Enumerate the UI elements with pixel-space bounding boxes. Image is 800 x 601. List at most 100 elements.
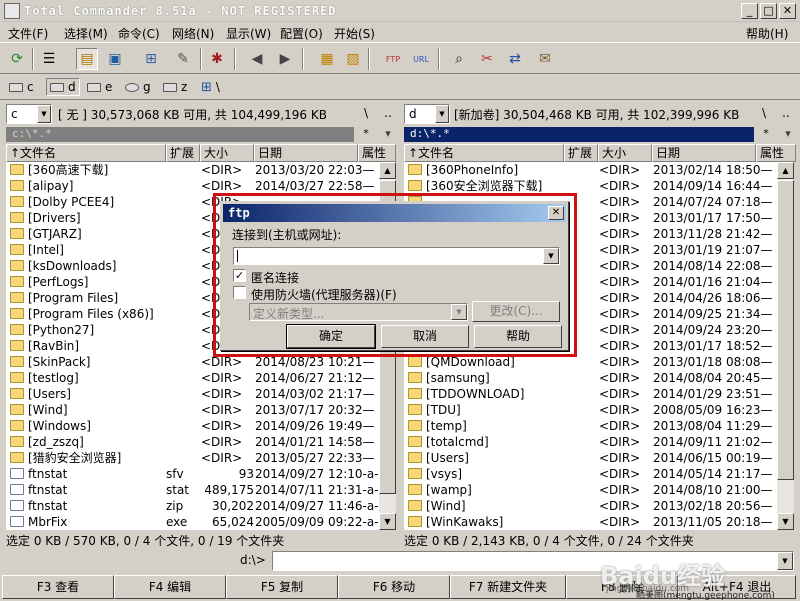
minimize-button[interactable]: _ [741,3,758,19]
right-hotlist-button[interactable]: ▾ [778,127,798,142]
list-item[interactable]: [Windows] <DIR> 2014/09/26 19:49— [6,418,379,434]
right-col-ext[interactable]: 扩展 [564,144,598,162]
scroll-up-icon[interactable]: ▲ [379,162,396,179]
left-col-attr[interactable]: 属性 [358,144,396,162]
scroll-up-icon[interactable]: ▲ [777,162,794,179]
file-date: 2013/11/28 21:42— [653,227,773,241]
list-item[interactable]: [testlog] <DIR> 2014/06/27 21:12— [6,370,379,386]
refresh-icon[interactable]: ⟳ [6,48,28,70]
unpack-icon[interactable]: ▧ [342,48,364,70]
menu-network[interactable]: 网络(N) [172,25,214,42]
multi-rename-icon[interactable]: ✂ [476,48,498,70]
right-root-button[interactable]: \ [754,104,774,124]
right-col-attr[interactable]: 属性 [756,144,796,162]
file-size: <DIR> [201,419,243,433]
file-size: <DIR> [201,451,243,465]
menu-select[interactable]: 选择(M) [64,25,108,42]
right-up-button[interactable]: .. [776,104,796,124]
list-item[interactable]: [Users] <DIR> 2014/03/02 21:17— [6,386,379,402]
chevron-down-icon[interactable]: ▼ [777,552,793,570]
notepad-icon[interactable]: ✉ [534,48,556,70]
list-item[interactable]: [WinKawaks] <DIR> 2013/11/05 20:18— [404,514,777,530]
drive-d-button[interactable]: d [46,78,80,96]
full-view-icon[interactable]: ▤ [76,48,98,70]
menu-help[interactable]: 帮助(H) [746,25,788,42]
list-item[interactable]: [TDU] <DIR> 2008/05/09 16:23— [404,402,777,418]
list-item[interactable]: [TDDOWNLOAD] <DIR> 2014/01/29 23:51— [404,386,777,402]
f5-copy-button[interactable]: F5 复制 [226,575,338,599]
f6-move-button[interactable]: F6 移动 [338,575,450,599]
list-item[interactable]: [totalcmd] <DIR> 2014/09/11 21:02— [404,434,777,450]
ftp-connect-icon[interactable]: FTP [382,48,404,70]
file-size: 489,175 [204,483,254,497]
right-drive-select[interactable]: d ▼ [404,104,450,124]
scroll-thumb[interactable] [777,180,794,480]
sync-dirs-icon[interactable]: ⇄ [504,48,526,70]
url-connect-icon[interactable]: URL [410,48,432,70]
tree-view-icon[interactable]: ⊞ [140,48,162,70]
menu-file[interactable]: 文件(F) [8,25,48,42]
right-scrollbar[interactable]: ▲ ▼ [777,162,794,530]
menu-config[interactable]: 配置(O) [280,25,323,42]
file-size: <DIR> [201,403,243,417]
left-col-ext[interactable]: 扩展 [166,144,200,162]
left-hotlist-button[interactable]: ▾ [378,127,398,142]
brief-view-icon[interactable]: ☰ [38,48,60,70]
list-item[interactable]: [vsys] <DIR> 2014/05/14 21:17— [404,466,777,482]
list-item[interactable]: ftnstat stat 489,175 2014/07/11 21:31-a- [6,482,379,498]
left-history-button[interactable]: * [356,127,376,142]
list-item[interactable]: [360PhoneInfo] <DIR> 2013/02/14 18:50— [404,162,777,178]
file-date: 2014/09/27 12:10-a- [255,467,379,481]
drive-e-button[interactable]: e [84,78,115,96]
list-item[interactable]: [wamp] <DIR> 2014/08/10 21:00— [404,482,777,498]
network-neighborhood-button[interactable]: ⊞ \ [198,78,223,96]
drive-g-button[interactable]: g [122,78,154,96]
list-item[interactable]: [猎豹安全浏览器] <DIR> 2013/05/27 22:33— [6,450,379,466]
list-item[interactable]: [360安全浏览器下载] <DIR> 2014/09/14 16:44— [404,178,777,194]
right-col-name[interactable]: ↑文件名 [404,144,564,162]
menu-commands[interactable]: 命令(C) [118,25,160,42]
settings-icon[interactable]: ✎ [172,48,194,70]
f7-mkdir-button[interactable]: F7 新建文件夹 [450,575,566,599]
left-col-size[interactable]: 大小 [200,144,254,162]
thumbnail-view-icon[interactable]: ▣ [104,48,126,70]
back-arrow-icon[interactable]: ◀ [246,48,268,70]
left-col-name[interactable]: ↑文件名 [6,144,166,162]
f4-edit-button[interactable]: F4 编辑 [114,575,226,599]
list-item[interactable]: [Users] <DIR> 2014/06/15 00:19— [404,450,777,466]
invert-selection-icon[interactable]: ✱ [206,48,228,70]
right-history-button[interactable]: * [756,127,776,142]
list-item[interactable]: [temp] <DIR> 2013/08/04 11:29— [404,418,777,434]
maximize-button[interactable]: □ [760,3,777,19]
list-item[interactable]: MbrFix exe 65,024 2005/09/09 09:22-a- [6,514,379,530]
file-name: ftnstat [28,483,68,497]
list-item[interactable]: [360高速下载] <DIR> 2013/03/20 22:03— [6,162,379,178]
left-drive-select[interactable]: c ▼ [6,104,52,124]
drive-c-button[interactable]: c [6,78,37,96]
left-root-button[interactable]: \ [356,104,376,124]
list-item[interactable]: [alipay] <DIR> 2014/03/27 22:58— [6,178,379,194]
forward-arrow-icon[interactable]: ▶ [274,48,296,70]
drive-z-button[interactable]: z [160,78,190,96]
list-item[interactable]: [samsung] <DIR> 2014/08/04 20:45— [404,370,777,386]
close-button[interactable]: ✕ [779,3,796,19]
right-col-date[interactable]: 日期 [652,144,756,162]
menu-show[interactable]: 显示(W) [226,25,271,42]
list-item[interactable]: ftnstat sfv 93 2014/09/27 12:10-a- [6,466,379,482]
list-item[interactable]: ftnstat zip 30,202 2014/09/27 11:46-a- [6,498,379,514]
scroll-down-icon[interactable]: ▼ [379,513,396,530]
scroll-down-icon[interactable]: ▼ [777,513,794,530]
list-item[interactable]: [Wind] <DIR> 2013/07/17 20:32— [6,402,379,418]
f3-view-button[interactable]: F3 查看 [2,575,114,599]
list-item[interactable]: [zd_zszq] <DIR> 2014/01/21 14:58— [6,434,379,450]
list-item[interactable]: [Wind] <DIR> 2013/02/18 20:56— [404,498,777,514]
right-current-path[interactable]: d:\*.* [404,127,754,142]
right-col-size[interactable]: 大小 [598,144,652,162]
pack-icon[interactable]: ▦ [316,48,338,70]
left-current-path[interactable]: c:\*.* [6,127,354,142]
left-up-button[interactable]: .. [378,104,398,124]
left-col-date[interactable]: 日期 [254,144,358,162]
menu-start[interactable]: 开始(S) [334,25,375,42]
file-name: [SkinPack] [28,355,91,369]
search-icon[interactable]: ⌕ [448,48,470,70]
